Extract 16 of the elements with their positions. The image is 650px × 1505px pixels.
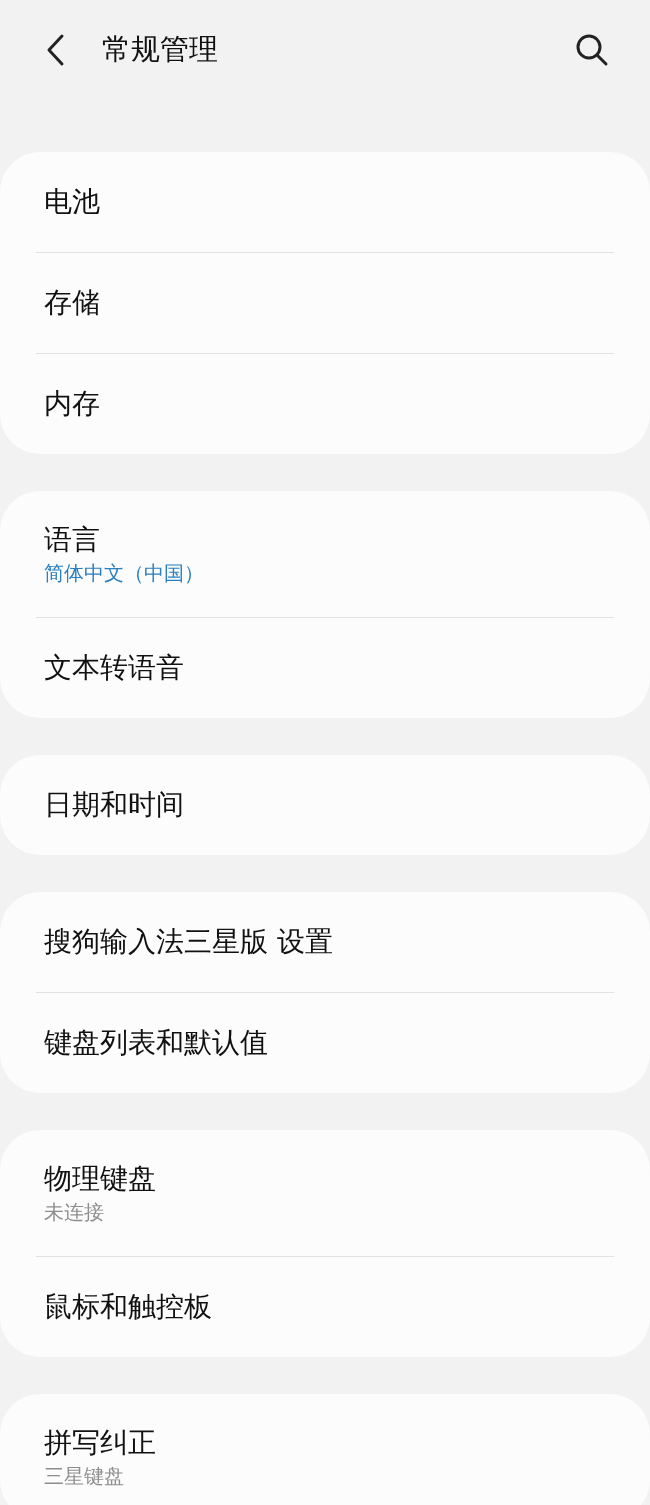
- setting-value: 未连接: [44, 1199, 105, 1226]
- setting-item[interactable]: 语言: [44, 521, 606, 559]
- setting-item[interactable]: 存储: [44, 284, 606, 322]
- setting-value: 三星键盘: [44, 1463, 125, 1490]
- search-icon[interactable]: [574, 32, 610, 68]
- setting-item[interactable]: 搜狗输入法三星版 设置: [44, 923, 606, 961]
- page-title: 常规管理: [102, 31, 219, 68]
- setting-item[interactable]: 鼠标和触控板: [44, 1288, 606, 1326]
- setting-value: 简体中文（中国）: [44, 560, 205, 587]
- setting-item[interactable]: 物理键盘: [44, 1160, 606, 1198]
- setting-item[interactable]: 拼写纠正: [44, 1424, 606, 1462]
- setting-item[interactable]: 日期和时间: [44, 786, 606, 824]
- setting-item[interactable]: 内存: [44, 385, 606, 423]
- setting-item[interactable]: 文本转语音: [44, 649, 606, 687]
- setting-item[interactable]: 电池: [44, 183, 606, 221]
- setting-item[interactable]: 键盘列表和默认值: [44, 1024, 606, 1062]
